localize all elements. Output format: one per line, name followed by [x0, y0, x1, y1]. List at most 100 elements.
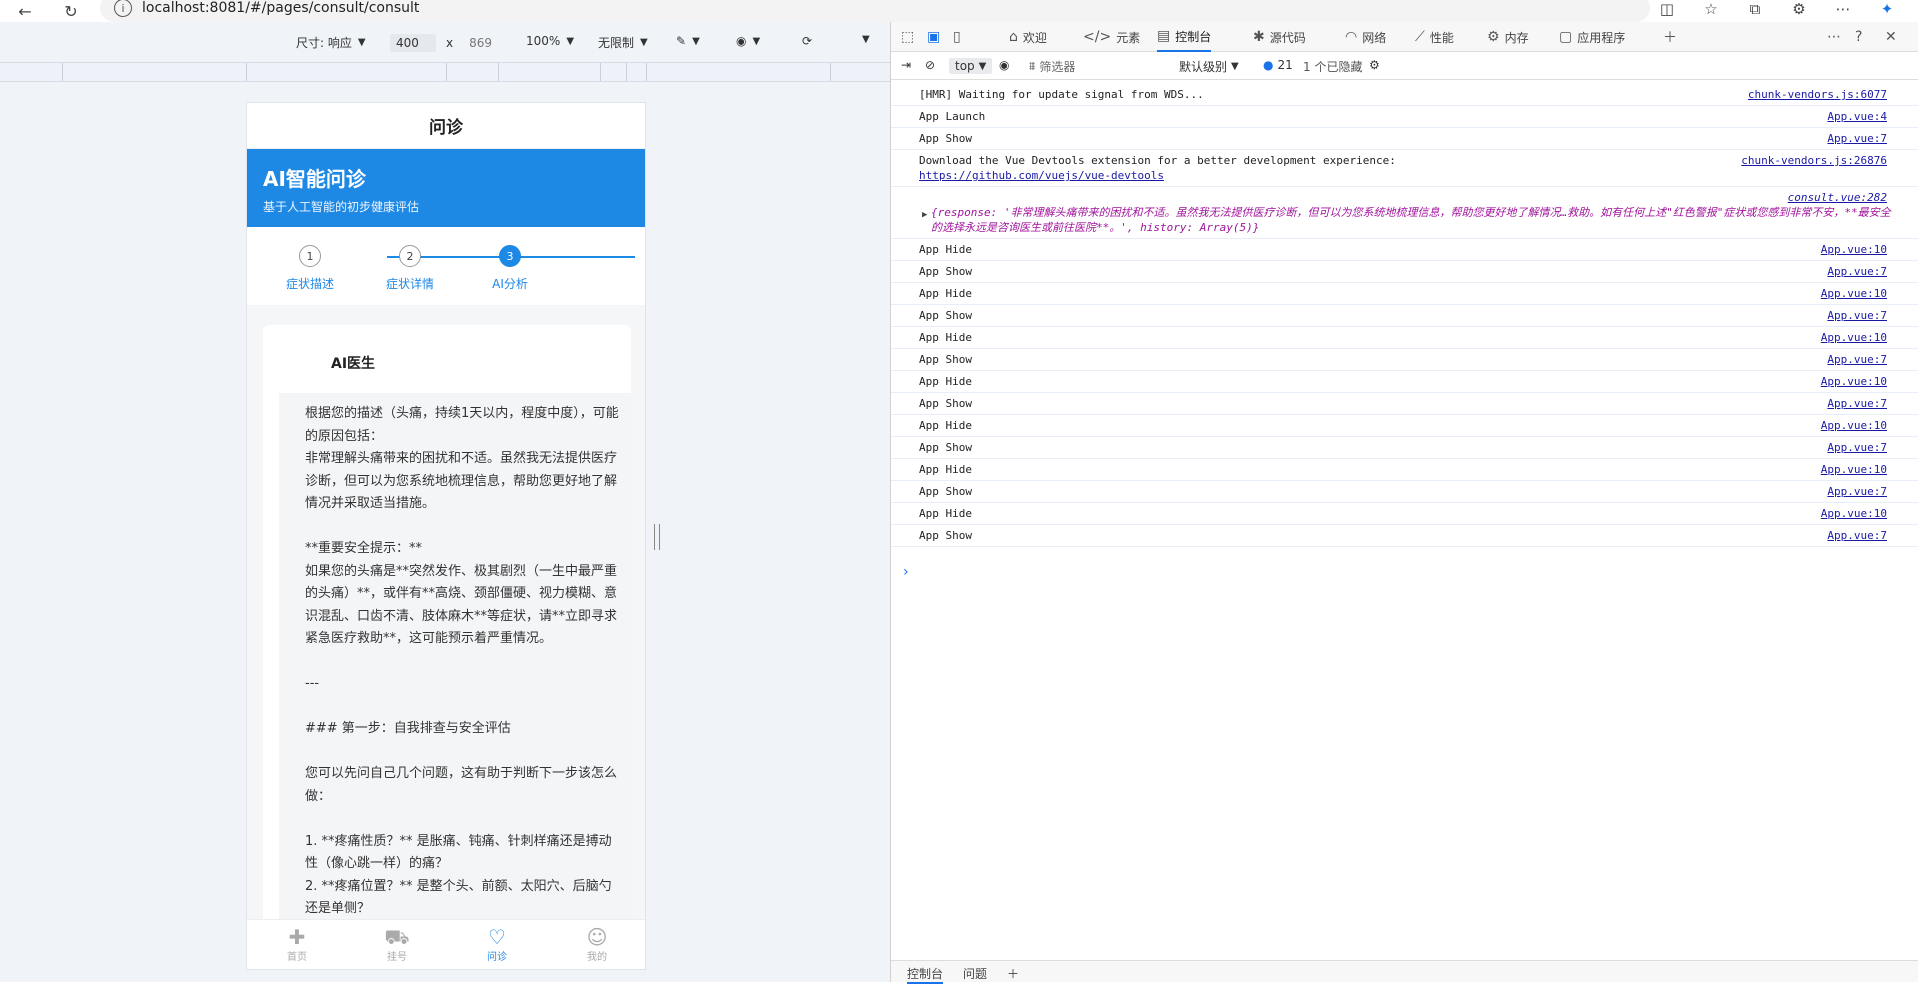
tab-application[interactable]: ▢ 应用程序 [1559, 22, 1625, 52]
extensions-icon[interactable]: ⚙ [1788, 0, 1810, 18]
tab-label: 问诊 [487, 952, 507, 963]
log-link[interactable]: https://github.com/vuejs/vue-devtools [919, 169, 1164, 182]
split-screen-icon[interactable]: ◫ [1656, 0, 1678, 18]
log-source-link[interactable]: App.vue:7 [1827, 484, 1887, 499]
tab-memory[interactable]: ⚙ 内存 [1487, 22, 1529, 52]
chevron-down-icon: ▼ [357, 37, 366, 48]
height-input[interactable]: 869 [463, 34, 509, 52]
chevron-down-icon: ▼ [640, 37, 648, 48]
filter-input[interactable]: ⩩ 筛选器 [1029, 58, 1075, 75]
log-message: App Launch [919, 110, 986, 123]
tab-sources[interactable]: ✱ 源代码 [1253, 22, 1306, 52]
log-source-link[interactable]: App.vue:10 [1821, 286, 1887, 301]
log-message: [HMR] Waiting for update signal from WDS… [919, 88, 1204, 101]
sensors-button[interactable]: ✎ ▼ [676, 34, 700, 48]
help-icon[interactable]: ? [1855, 22, 1862, 52]
console-log[interactable]: [HMR] Waiting for update signal from WDS… [891, 84, 1918, 547]
live-expression-icon[interactable]: ◉ [999, 58, 1009, 72]
log-message: App Hide [919, 463, 972, 476]
vision-button[interactable]: ◉ ▼ [736, 34, 760, 48]
step-1[interactable]: 1 症状描述 [265, 245, 355, 292]
address-bar[interactable]: i localhost:8081/#/pages/consult/consult [100, 0, 1650, 22]
hero-subtitle: 基于人工智能的初步健康评估 [263, 200, 420, 214]
sidebar-toggle-icon[interactable]: ⇥ [901, 58, 911, 72]
step-indicator: 1 症状描述 2 症状详情 3 AI分析 [247, 227, 645, 305]
clear-console-icon[interactable]: ⊘ [925, 58, 935, 72]
log-source-link[interactable]: App.vue:7 [1827, 528, 1887, 543]
log-source-link[interactable]: App.vue:10 [1821, 374, 1887, 389]
tab-performance[interactable]: ⟋ 性能 [1415, 22, 1454, 52]
more-icon[interactable]: ⋯ [1832, 0, 1854, 18]
back-icon[interactable]: ← [10, 0, 40, 22]
tab-mine[interactable]: ☺ 我的 [547, 920, 645, 969]
tab-home[interactable]: ✚ 首页 [247, 920, 347, 969]
console-settings-icon[interactable]: ⚙ [1369, 58, 1380, 72]
reload-icon[interactable]: ↻ [56, 0, 86, 22]
heart-icon: ♡ [488, 925, 506, 949]
rotate-button[interactable]: ⟳ [802, 34, 812, 48]
copilot-icon[interactable]: ✦ [1876, 0, 1898, 18]
log-message: App Hide [919, 419, 972, 432]
inspect-icon[interactable]: ⬚ [901, 22, 914, 52]
log-message: App Show [919, 529, 972, 542]
log-source-link[interactable]: chunk-vendors.js:26876 [1741, 153, 1887, 168]
console-prompt[interactable]: › [903, 564, 909, 580]
log-entry: Download the Vue Devtools extension for … [891, 150, 1918, 187]
collections-icon[interactable]: ⧉ [1744, 0, 1766, 18]
add-drawer-tab-icon[interactable]: ＋ [1007, 965, 1019, 982]
device-more-button[interactable]: ▼ [862, 34, 870, 45]
log-source-link[interactable]: App.vue:7 [1827, 396, 1887, 411]
drawer-tab-console[interactable]: 控制台 [907, 965, 944, 984]
viewport-resize-handle[interactable] [654, 524, 660, 550]
message-count[interactable]: ● 21 [1263, 58, 1293, 72]
log-source-link[interactable]: App.vue:7 [1827, 308, 1887, 323]
log-source-link[interactable]: App.vue:7 [1827, 264, 1887, 279]
media-query-ruler[interactable] [0, 62, 890, 82]
times-sign: x [446, 36, 454, 50]
expand-icon[interactable]: ▶ [922, 208, 927, 223]
drawer-tab-issues[interactable]: 问题 [963, 965, 987, 982]
log-source-link[interactable]: App.vue:10 [1821, 462, 1887, 477]
step-3[interactable]: 3 AI分析 [465, 245, 555, 292]
log-source-link[interactable]: consult.vue:282 [1788, 190, 1887, 205]
log-source-link[interactable]: App.vue:10 [1821, 242, 1887, 257]
log-message: App Show [919, 265, 972, 278]
log-source-link[interactable]: App.vue:4 [1827, 109, 1887, 124]
tab-console[interactable]: ▤ 控制台 [1157, 22, 1212, 52]
tab-network[interactable]: ◠ 网络 [1345, 22, 1386, 52]
width-input[interactable]: 400 [390, 34, 436, 52]
log-message: App Show [919, 309, 972, 322]
throttle-select[interactable]: 无限制 ▼ [598, 34, 648, 51]
log-source-link[interactable]: App.vue:10 [1821, 330, 1887, 345]
tab-consult[interactable]: ♡ 问诊 [447, 920, 547, 969]
device-toolbar: 尺寸: 响应 ▼ 400 x 869 100% ▼ 无限制 ▼ ✎ ▼ ◉ ▼ ⟳ … [0, 22, 890, 62]
log-level-select[interactable]: 默认级别 ▼ [1179, 58, 1239, 75]
favorites-icon[interactable]: ☆ [1700, 0, 1722, 18]
dimensions-select[interactable]: 尺寸: 响应 ▼ [296, 34, 366, 51]
close-icon[interactable]: ✕ [1885, 22, 1897, 52]
devtools-tab-bar: ⬚ ▣ ▯ ⌂ 欢迎 </> 元素 ▤ 控制台 ✱ 源代码 ◠ 网络 ⟋ 性能 ⚙ 内存 ▢ 应… [891, 22, 1918, 52]
log-source-link[interactable]: App.vue:7 [1827, 440, 1887, 455]
add-tab-icon[interactable]: ＋ [1663, 22, 1677, 52]
throttle-label: 无限制 [598, 36, 635, 50]
tab-register[interactable]: ⛟ 挂号 [347, 920, 447, 969]
ai-chat-card: AI医生 根据您的描述（头痛，持续1天以内，程度中度），可能的原因包括： 非常理… [263, 325, 631, 965]
device-toggle-icon[interactable]: ▣ [927, 22, 940, 52]
tab-elements[interactable]: </> 元素 [1083, 22, 1140, 52]
log-source-link[interactable]: App.vue:7 [1827, 352, 1887, 367]
step-number: 3 [499, 245, 521, 267]
log-source-link[interactable]: App.vue:10 [1821, 418, 1887, 433]
zoom-select[interactable]: 100% ▼ [526, 34, 574, 48]
context-select[interactable]: top ▼ [949, 58, 993, 74]
log-source-link[interactable]: App.vue:7 [1827, 131, 1887, 146]
tab-welcome[interactable]: ⌂ 欢迎 [1009, 22, 1047, 52]
log-source-link[interactable]: App.vue:10 [1821, 506, 1887, 521]
log-source-link[interactable]: chunk-vendors.js:6077 [1748, 87, 1887, 102]
ambulance-icon: ⛟ [384, 925, 410, 949]
more-options-icon[interactable]: ⋯ [1827, 22, 1841, 52]
log-message: App Show [919, 397, 972, 410]
dock-icon[interactable]: ▯ [953, 22, 961, 52]
step-2[interactable]: 2 症状详情 [365, 245, 455, 292]
log-message: App Hide [919, 507, 972, 520]
site-info-icon[interactable]: i [114, 0, 132, 17]
